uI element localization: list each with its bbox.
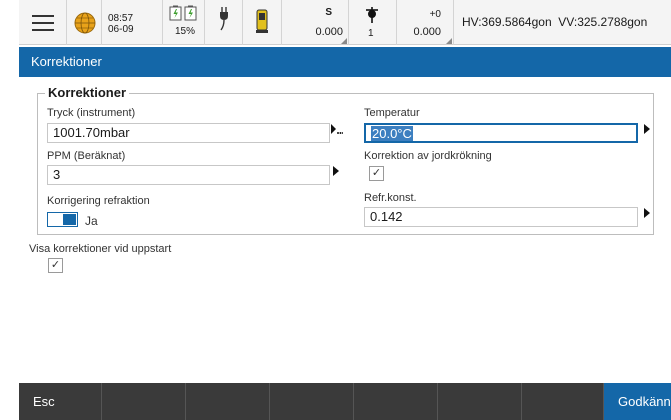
ppm-input[interactable]: 3	[47, 165, 330, 185]
prism-offset: +0	[429, 9, 441, 20]
target-height-button[interactable]: S 0.000	[282, 0, 349, 45]
battery-status[interactable]: 15%	[163, 0, 205, 45]
s-label: S	[325, 7, 332, 18]
status-bar: 08:57 06-09 15% S 0.000 1 +0 0.000 HV:36…	[19, 0, 671, 45]
pressure-options-button[interactable]	[326, 123, 346, 143]
esc-button[interactable]: Esc	[19, 383, 102, 420]
play-arrow-icon	[644, 124, 650, 134]
ppm-label: PPM (Beräknat)	[47, 150, 126, 162]
refraction-toggle-label: Ja	[85, 214, 98, 228]
battery-icon	[169, 5, 197, 21]
corner-indicator	[341, 38, 347, 44]
power-plug-icon	[220, 7, 228, 31]
instrument-button[interactable]	[243, 0, 282, 45]
temperature-value: 20.0°C	[371, 126, 413, 141]
hv-readout-text: HV:369.5864gon VV:325.2788gon	[462, 15, 648, 29]
empty-softkey[interactable]	[270, 383, 354, 420]
prism-constant-button[interactable]: +0 0.000	[397, 0, 454, 45]
group-legend: Korrektioner	[45, 85, 130, 100]
time-text: 08:57	[108, 13, 134, 24]
prism-button[interactable]: 1	[349, 0, 397, 45]
coordinate-system-button[interactable]	[67, 0, 102, 45]
refraction-label: Korrigering refraktion	[47, 195, 150, 207]
refraction-toggle[interactable]	[47, 212, 78, 227]
show-on-startup-checkbox[interactable]: ✓	[48, 258, 63, 273]
temperature-arrow-button[interactable]	[637, 123, 657, 143]
menu-button[interactable]	[19, 0, 67, 45]
corner-indicator	[446, 38, 452, 44]
angle-readout: HV:369.5864gon VV:325.2788gon	[454, 0, 671, 45]
refr-const-input[interactable]: 0.142	[364, 207, 638, 227]
total-station-icon	[256, 9, 268, 33]
play-arrow-icon	[333, 166, 339, 176]
refr-const-arrow-button[interactable]	[637, 207, 657, 227]
main-content: Korrektioner Tryck (instrument) 1001.70m…	[19, 77, 671, 379]
pressure-label: Tryck (instrument)	[47, 107, 136, 119]
page-title-bar: Korrektioner	[19, 47, 671, 77]
date-text: 06-09	[108, 24, 134, 35]
toggle-knob	[63, 214, 76, 225]
hamburger-menu-icon[interactable]	[19, 0, 67, 45]
prism-icon	[366, 7, 378, 23]
prism-number: 1	[368, 28, 374, 39]
accept-button[interactable]: Godkänn	[604, 383, 671, 420]
ppm-arrow-button[interactable]	[326, 165, 346, 185]
empty-softkey[interactable]	[522, 383, 604, 420]
corrections-group: Korrektioner Tryck (instrument) 1001.70m…	[37, 85, 657, 235]
empty-softkey[interactable]	[102, 383, 186, 420]
clock: 08:57 06-09	[102, 0, 163, 45]
temperature-input[interactable]: 20.0°C	[364, 123, 638, 143]
s-value: 0.000	[315, 26, 343, 38]
curvature-label: Korrektion av jordkrökning	[364, 150, 492, 162]
page-title: Korrektioner	[31, 54, 102, 69]
curvature-checkbox[interactable]: ✓	[369, 166, 384, 181]
refr-const-label: Refr.konst.	[364, 192, 417, 204]
empty-softkey[interactable]	[438, 383, 522, 420]
temperature-label: Temperatur	[364, 107, 420, 119]
play-arrow-icon	[644, 208, 650, 218]
globe-icon	[74, 12, 96, 34]
empty-softkey[interactable]	[354, 383, 438, 420]
softkey-bar: Esc Godkänn	[19, 383, 671, 420]
empty-softkey[interactable]	[186, 383, 270, 420]
battery-percent: 15%	[175, 26, 196, 37]
power-status[interactable]	[205, 0, 243, 45]
prism-value: 0.000	[413, 26, 441, 38]
pressure-input[interactable]: 1001.70mbar	[47, 123, 330, 143]
arrow-ellipsis-icon	[331, 124, 344, 134]
show-on-startup-label: Visa korrektioner vid uppstart	[29, 243, 172, 255]
